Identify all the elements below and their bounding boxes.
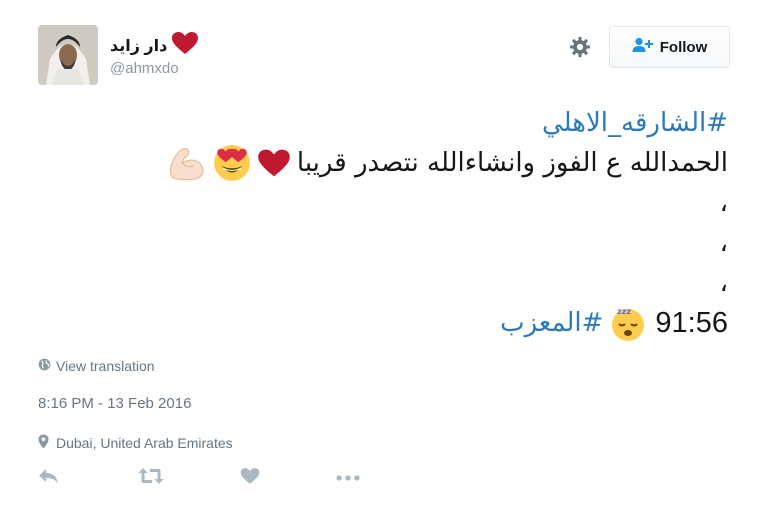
- view-translation-label: View translation: [56, 358, 155, 374]
- map-pin-icon: [38, 434, 49, 452]
- comma-line-2: ،: [719, 228, 728, 258]
- gear-icon: [569, 36, 591, 63]
- location-label: Dubai, United Arab Emirates: [56, 435, 233, 451]
- user-handle[interactable]: @ahmxdo: [110, 60, 179, 77]
- avatar[interactable]: [38, 25, 98, 85]
- main-text-line: الحمدالله ع الفوز وانشاءالله نتصدر قريبا: [128, 143, 728, 183]
- timestamp[interactable]: 8:16 PM - 13 Feb 2016: [38, 395, 191, 412]
- hashtag-muazab[interactable]: #المعزب: [500, 303, 603, 343]
- main-text: الحمدالله ع الفوز وانشاءالله نتصدر قريبا: [296, 148, 728, 178]
- display-name-text: دار زايد: [110, 37, 168, 55]
- display-name[interactable]: دار زايد: [110, 31, 199, 60]
- heart-icon: [240, 467, 260, 490]
- last-line: 91:56 zzz #المعزب: [128, 303, 728, 343]
- svg-text:zzz: zzz: [617, 307, 631, 316]
- comma-line-1: ،: [719, 188, 728, 218]
- retweet-icon: [138, 467, 164, 490]
- location-link[interactable]: Dubai, United Arab Emirates: [38, 434, 233, 452]
- hashtag-line: #الشارقه_الاهلي: [128, 103, 728, 143]
- red-heart-icon: [257, 148, 291, 178]
- heart-eyes-emoji-icon: [213, 144, 251, 182]
- like-button[interactable]: [240, 466, 260, 490]
- follow-button[interactable]: Follow: [609, 26, 730, 68]
- reply-icon: [38, 467, 60, 490]
- retweet-button[interactable]: [138, 466, 164, 490]
- reply-button[interactable]: [38, 466, 60, 490]
- settings-button[interactable]: [567, 36, 593, 62]
- tweet-text: #الشارقه_الاهلي الحمدالله ع الفوز وانشاء…: [128, 103, 728, 343]
- time-value: 91:56: [655, 307, 728, 339]
- view-translation-link[interactable]: View translation: [38, 358, 155, 374]
- tweet-actions: [38, 466, 378, 490]
- hashtag-sharjah-ahli[interactable]: #الشارقه_الاهلي: [542, 103, 728, 143]
- more-button[interactable]: [335, 466, 361, 490]
- follow-label: Follow: [659, 38, 708, 56]
- globe-icon: [38, 358, 51, 374]
- flexed-biceps-icon: [167, 144, 207, 182]
- add-user-icon: [632, 37, 654, 57]
- red-heart-icon: [171, 31, 199, 60]
- comma-line-3: ،: [719, 268, 728, 298]
- more-icon: [335, 469, 361, 487]
- sleeping-face-icon: zzz: [609, 303, 649, 343]
